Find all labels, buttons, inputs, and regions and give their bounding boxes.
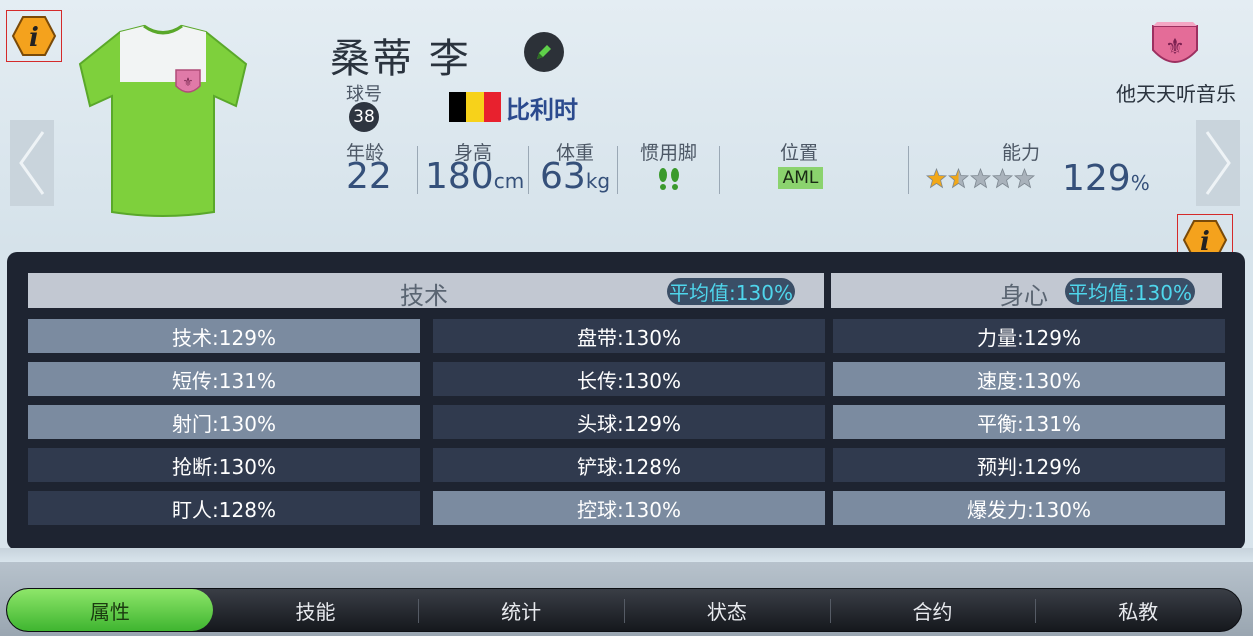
- star-icon: [992, 168, 1013, 189]
- divider: [908, 146, 909, 194]
- country-name: 比利时: [506, 96, 578, 124]
- club-badge-icon[interactable]: ⚜: [1147, 18, 1203, 74]
- divider: [528, 146, 529, 194]
- left-arrow-icon: [19, 131, 45, 195]
- info-icon: i: [11, 16, 57, 56]
- right-arrow-icon: [1205, 131, 1231, 195]
- attribute-cell: 技术:129%: [28, 319, 420, 353]
- tab-status[interactable]: 状态: [624, 589, 830, 631]
- jersey-image: ⚜: [78, 24, 248, 217]
- mental-title: 身心: [1000, 282, 1048, 310]
- footprint-icon: [659, 168, 679, 190]
- svg-text:⚜: ⚜: [1165, 35, 1185, 60]
- position-label: 位置: [780, 142, 819, 164]
- attribute-cell: 盘带:130%: [433, 319, 825, 353]
- flag-icon: [449, 92, 501, 122]
- panel-shadow: [0, 548, 1253, 562]
- player-name: 桑蒂 李: [330, 36, 471, 82]
- attribute-cell: 控球:130%: [433, 491, 825, 525]
- technical-average: 平均值:130%: [667, 278, 795, 305]
- divider: [617, 146, 618, 194]
- mental-average: 平均值:130%: [1065, 278, 1195, 305]
- attribute-cell: 短传:131%: [28, 362, 420, 396]
- attribute-cell: 爆发力:130%: [833, 491, 1225, 525]
- position-badge: AML: [778, 167, 823, 189]
- tab-contract[interactable]: 合约: [829, 589, 1036, 631]
- attribute-cell: 力量:129%: [833, 319, 1225, 353]
- attribute-cell: 射门:130%: [28, 405, 420, 439]
- tab-bar: 属性 技能 统计 状态 合约 私教: [6, 588, 1242, 632]
- attribute-cell: 预判:129%: [833, 448, 1225, 482]
- age-value: 22: [346, 156, 392, 197]
- ability-value: 129%: [1062, 158, 1150, 199]
- edit-pencil-icon: [537, 45, 551, 59]
- svg-text:⚜: ⚜: [183, 75, 194, 89]
- club-name: 他天天听音乐: [1116, 82, 1236, 106]
- previous-player-button[interactable]: [10, 120, 54, 206]
- ability-label: 能力: [1002, 142, 1041, 164]
- number-badge: 38: [349, 102, 379, 132]
- attribute-cell: 盯人:128%: [28, 491, 420, 525]
- divider: [719, 146, 720, 194]
- foot-label: 惯用脚: [640, 142, 698, 164]
- attribute-cell: 头球:129%: [433, 405, 825, 439]
- star-icon: [948, 168, 969, 189]
- attribute-cell: 抢断:130%: [28, 448, 420, 482]
- weight-value: 63kg: [540, 156, 611, 197]
- height-value: 180cm: [425, 156, 525, 197]
- technical-title: 技术: [400, 282, 448, 310]
- edit-name-button[interactable]: [524, 32, 564, 72]
- tab-training[interactable]: 私教: [1035, 589, 1241, 631]
- tab-skills[interactable]: 技能: [213, 589, 419, 631]
- star-icon: [926, 168, 947, 189]
- divider: [417, 146, 418, 194]
- tab-attributes[interactable]: 属性: [7, 589, 213, 631]
- tab-statistics[interactable]: 统计: [418, 589, 624, 631]
- star-rating: [926, 168, 1035, 189]
- svg-text:i: i: [29, 23, 39, 53]
- attribute-cell: 铲球:128%: [433, 448, 825, 482]
- attribute-cell: 平衡:131%: [833, 405, 1225, 439]
- attribute-cell: 长传:130%: [433, 362, 825, 396]
- attribute-cell: 速度:130%: [833, 362, 1225, 396]
- next-player-button[interactable]: [1196, 120, 1240, 206]
- star-icon: [970, 168, 991, 189]
- info-button-top-left[interactable]: i: [6, 10, 62, 62]
- star-icon: [1014, 168, 1035, 189]
